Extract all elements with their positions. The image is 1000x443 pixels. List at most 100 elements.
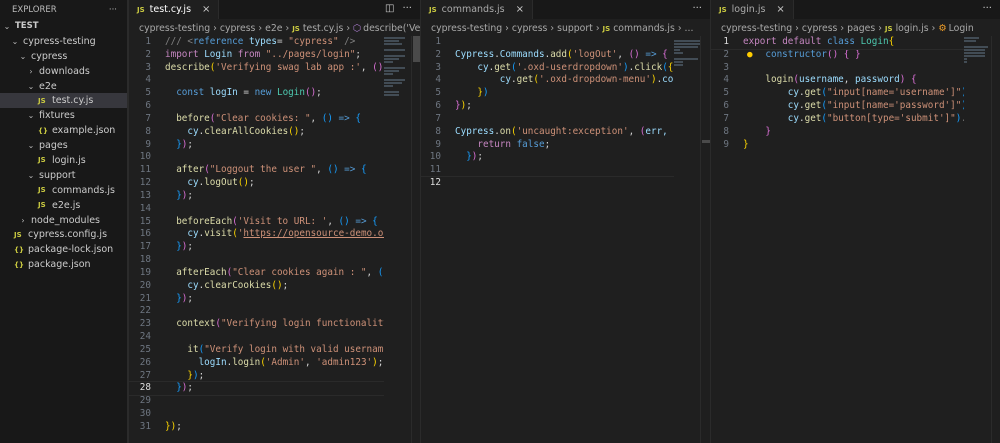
tree-item[interactable]: › downloads <box>0 64 127 79</box>
tree-item[interactable]: JS e2e.js <box>0 198 127 213</box>
code-token: get <box>804 112 822 124</box>
tree-item[interactable]: › node_modules <box>0 213 127 228</box>
breadcrumb-item[interactable]: describe('Verifying s <box>363 23 420 34</box>
code-line: 3 describe('Verifying swag lab app :', () <box>129 62 384 75</box>
code-line: 4 cy.get('.oxd-dropdown-menu').con <box>421 74 674 87</box>
more-actions-icon[interactable]: ··· <box>982 3 992 14</box>
tree-item-label: e2e.js <box>52 199 81 211</box>
code-token: 'admin123' <box>316 356 373 368</box>
tree-item[interactable]: {} package-lock.json <box>0 242 127 257</box>
code-line: 25 it("Verify login with valid username <box>129 344 384 357</box>
code-token: ; <box>282 279 289 291</box>
tree-item[interactable]: ⌄ cypress <box>0 49 127 64</box>
tab-label: login.js <box>731 4 766 15</box>
code-token: = <box>276 36 289 47</box>
tree-item[interactable]: ⌄ pages <box>0 138 127 153</box>
tree-item[interactable]: ⌄ TEST <box>0 19 127 34</box>
code-token: ; <box>198 369 205 381</box>
breadcrumb-item[interactable]: support <box>557 23 593 34</box>
line-number: 2 <box>435 48 441 60</box>
minimap-line <box>384 94 399 96</box>
close-icon[interactable]: × <box>776 4 784 15</box>
code-line: 5 const logIn = new Login(); <box>129 87 384 100</box>
minimap-line <box>674 58 698 60</box>
code-token: () <box>237 177 249 189</box>
breadcrumb-item[interactable]: cypress <box>512 23 548 34</box>
line-content: logIn.login('Admin', 'admin123'); <box>165 356 384 370</box>
breadcrumb-item[interactable]: cypress-testing <box>139 23 210 34</box>
code-token: () <box>271 279 283 291</box>
line-content: }); <box>165 241 193 254</box>
scrollbar[interactable] <box>991 36 1000 443</box>
code-token: cy <box>743 100 799 112</box>
js-file-icon: JS <box>14 230 22 239</box>
more-actions-icon[interactable]: ··· <box>402 3 412 14</box>
code-token: , <box>617 48 629 60</box>
breadcrumb-item[interactable]: Login <box>949 23 974 34</box>
minimap-line <box>384 37 405 39</box>
line-content: context("Verifying login functionality <box>165 318 384 331</box>
tree-item[interactable]: ⌄ e2e <box>0 79 127 94</box>
lightbulb-icon[interactable]: ● <box>747 49 753 62</box>
more-actions-icon[interactable]: ··· <box>109 5 117 15</box>
close-icon[interactable]: × <box>202 4 210 15</box>
js-file-icon: JS <box>38 96 46 105</box>
js-file-icon: JS <box>602 24 611 33</box>
minimap[interactable] <box>964 36 992 96</box>
editor-group-commands: JS commands.js × ··· cypress-testing › cypre… <box>420 0 710 443</box>
close-icon[interactable]: × <box>516 4 524 15</box>
code-editor[interactable]: 1 2 Cypress.Commands.add('logOut', () => {… <box>421 36 674 190</box>
tree-item[interactable]: ⌄ fixtures <box>0 108 127 123</box>
tab-commands-js[interactable]: JS commands.js × <box>421 0 534 19</box>
breadcrumb-item[interactable]: e2e <box>265 23 282 34</box>
breadcrumb-item[interactable]: cypress <box>220 23 256 34</box>
tree-item[interactable]: JS login.js <box>0 153 127 168</box>
line-number: 13 <box>139 189 151 201</box>
code-editor[interactable]: 1 export default class Login{2 ● construct… <box>711 36 964 151</box>
tab-test-cy-js[interactable]: JS test.cy.js × <box>129 0 220 19</box>
minimap-line <box>964 55 985 57</box>
code-token: } <box>455 151 472 163</box>
split-editor-icon[interactable]: ◫ <box>385 3 394 14</box>
line-content: export default class Login{ <box>743 36 894 49</box>
breadcrumb-item[interactable]: pages <box>847 23 875 34</box>
tree-item[interactable]: JS cypress.config.js <box>0 227 127 242</box>
code-editor[interactable]: 1 /// <reference types= "cypress" /> 2 impo… <box>129 36 384 434</box>
tree-item[interactable]: JS commands.js <box>0 183 127 198</box>
code-line: 6 <box>129 100 384 113</box>
minimap[interactable] <box>384 36 412 96</box>
tree-item[interactable]: {} package.json <box>0 257 127 272</box>
breadcrumb-item[interactable]: test.cy.js <box>303 23 343 34</box>
line-content: afterEach("Clear cookies again : ", () <box>165 267 384 280</box>
code-line: 15 beforeEach('Visit to URL: ', () => { <box>129 216 384 229</box>
breadcrumb-item[interactable]: ... <box>685 23 694 34</box>
code-line: 11 after("Loggout the user ", () => { <box>129 164 384 177</box>
code-line: 1 <box>421 36 674 49</box>
code-token: logIn <box>165 356 227 368</box>
tab-login-js[interactable]: JS login.js × <box>711 0 794 19</box>
code-token: => <box>332 112 356 124</box>
code-token: cy <box>455 74 511 86</box>
breadcrumb-item[interactable]: cypress <box>802 23 838 34</box>
line-number: 29 <box>139 395 151 407</box>
code-token: '.oxd-dropdown-menu' <box>539 74 651 86</box>
scrollbar[interactable] <box>700 36 710 443</box>
minimap[interactable] <box>674 36 702 96</box>
breadcrumb-item[interactable]: commands.js <box>613 23 675 34</box>
code-line: 20 cy.clearCookies(); <box>129 280 384 293</box>
breadcrumb-item[interactable]: cypress-testing <box>721 23 792 34</box>
tree-item[interactable]: ⌄ support <box>0 168 127 183</box>
more-actions-icon[interactable]: ··· <box>692 3 702 14</box>
editor-group-test: JS test.cy.js × ◫ ··· cypress-testing › cypre… <box>128 0 421 443</box>
code-token: "Verifying login functionality <box>220 318 384 330</box>
tree-item[interactable]: JS test.cy.js <box>0 93 127 109</box>
breadcrumb-separator-icon: › <box>213 23 217 34</box>
breadcrumb-item[interactable]: cypress-testing <box>431 23 502 34</box>
breadcrumb-item[interactable]: login.js <box>896 23 929 34</box>
tree-item[interactable]: {} example.json <box>0 123 127 138</box>
tree-item[interactable]: ⌄ cypress-testing <box>0 34 127 49</box>
minimap-line <box>674 40 700 42</box>
code-line: 11 <box>421 164 674 177</box>
code-line: 4 login(username, password) { <box>711 74 964 87</box>
code-token: ; <box>299 125 305 137</box>
